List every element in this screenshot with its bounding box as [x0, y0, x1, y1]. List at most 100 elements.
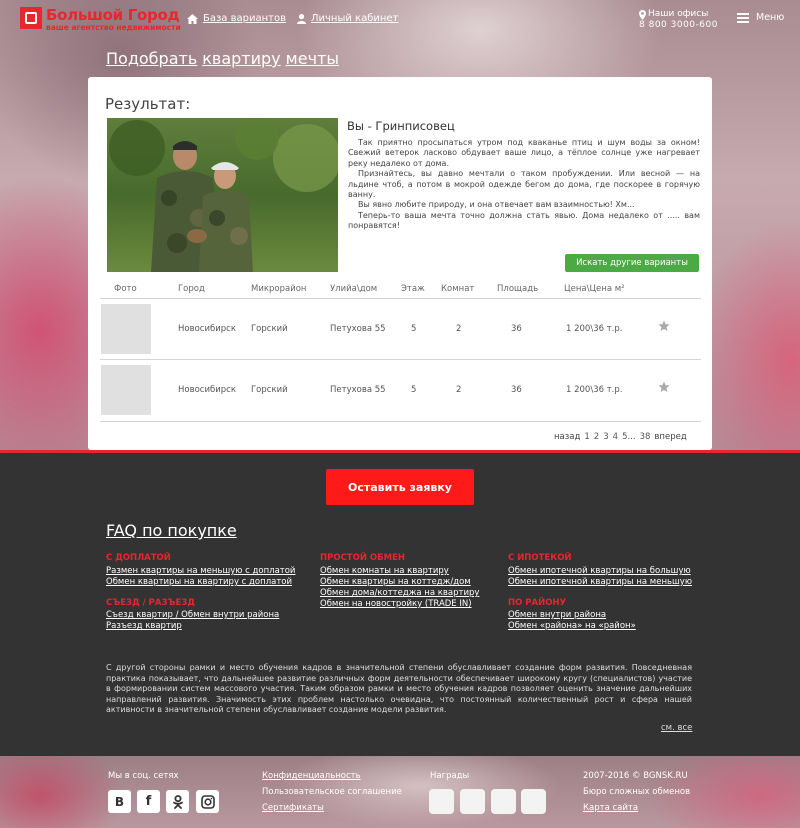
award-badge[interactable]: [429, 789, 454, 814]
pagination-page[interactable]: 2: [594, 432, 599, 442]
logo-tagline: ваше агентство недвижимости: [46, 23, 181, 32]
certificates-link[interactable]: Сертификаты: [262, 803, 324, 813]
result-photo: [107, 118, 338, 272]
see-all-link[interactable]: см. все: [661, 723, 692, 733]
col-header-rooms: Комнат: [441, 284, 475, 294]
logo[interactable]: Большой Город ваше агентство недвижимост…: [20, 7, 181, 32]
nav-cabinet-link[interactable]: Личный кабинет: [297, 13, 398, 24]
pagination: назад 1 2 3 4 5 ... 38 вперед: [554, 432, 691, 442]
sitemap-link[interactable]: Карта сайта: [583, 803, 638, 813]
faq-category-title: С ДОПЛАТОЙ: [106, 553, 171, 563]
vk-icon[interactable]: В: [108, 790, 131, 813]
pagination-page[interactable]: 4: [613, 432, 618, 442]
instagram-icon[interactable]: [196, 790, 219, 813]
faq-link[interactable]: Размен квартиры на меньшую с доплатой: [106, 566, 295, 576]
result-paragraph: Признайтесь, вы давно мечтали о таком пр…: [348, 169, 700, 200]
privacy-link[interactable]: Конфиденциальность: [262, 771, 361, 781]
faq-link[interactable]: Обмен ипотечной квартиры на меньшую: [508, 577, 692, 587]
menu-label: Меню: [756, 12, 785, 23]
faq-link[interactable]: Разъезд квартир: [106, 621, 182, 631]
faq-link[interactable]: Обмен на новостройку (TRADE IN): [320, 599, 472, 609]
faq-link[interactable]: Обмен квартиры на коттедж/дом: [320, 577, 471, 587]
pagination-page[interactable]: 1: [584, 432, 589, 442]
search-other-button[interactable]: Искать другие варианты: [565, 254, 699, 272]
result-card: Результат: Вы - Гринписовец Так приятно …: [88, 77, 712, 450]
cell-address: Петухова 55: [330, 385, 386, 395]
faq-paragraph: С другой стороны рамки и место обучения …: [106, 663, 692, 714]
faq-link[interactable]: Обмен «района» на «район»: [508, 621, 636, 631]
facebook-icon[interactable]: f: [137, 790, 160, 813]
faq-link[interactable]: Обмен дома/коттеджа на квартиру: [320, 588, 479, 598]
offices-label: Наши офисы: [648, 9, 709, 19]
pagination-prev[interactable]: назад: [554, 432, 580, 442]
faq-category-title: С ИПОТЕКОЙ: [508, 553, 572, 563]
listing-thumbnail[interactable]: [101, 365, 151, 415]
pagination-page[interactable]: 3: [603, 432, 608, 442]
cell-rooms: 2: [456, 324, 462, 334]
faq-link[interactable]: Обмен ипотечной квартиры на большую: [508, 566, 691, 576]
cell-price: 1 200\36 т.р.: [566, 385, 623, 395]
page-title-word-3[interactable]: мечты: [286, 49, 339, 68]
faq-link[interactable]: Обмен внутри района: [508, 610, 606, 620]
table-row[interactable]: Новосибирск Горский Петухова 55 5 2 36 1…: [100, 359, 701, 420]
result-title: Вы - Гринписовец: [347, 119, 455, 133]
result-paragraph: Теперь-то ваша мечта точно должна стать …: [348, 210, 700, 231]
odnoklassniki-icon[interactable]: [166, 790, 189, 813]
bureau-label: Бюро сложных обменов: [583, 787, 691, 797]
nav-base-link[interactable]: База вариантов: [187, 13, 286, 24]
cell-price: 1 200\36 т.р.: [566, 324, 623, 334]
faq-link[interactable]: Обмен квартиры на квартиру с доплатой: [106, 577, 292, 587]
table-row[interactable]: Новосибирск Горский Петухова 55 5 2 36 1…: [100, 298, 701, 359]
faq-category-title: СЪЕЗД / РАЗЪЕЗД: [106, 598, 195, 608]
copyright: 2007-2016 © BGNSK.RU: [583, 771, 688, 781]
result-paragraph: Так приятно просыпаться утром под квакан…: [348, 138, 700, 168]
col-header-price: Цена\Цена м²: [564, 284, 625, 294]
phone-number[interactable]: 8 800 3000-600: [639, 20, 718, 31]
submit-request-button[interactable]: Оставить заявку: [326, 469, 474, 505]
page-title-word-1[interactable]: Подобрать: [106, 49, 197, 68]
award-badge[interactable]: [521, 789, 546, 814]
faq-category-title: ПО РАЙОНУ: [508, 598, 567, 608]
cell-district: Горский: [251, 324, 288, 334]
hamburger-icon: [737, 12, 749, 23]
award-badge[interactable]: [491, 789, 516, 814]
nav-cabinet-label: Личный кабинет: [311, 13, 399, 24]
cell-city: Новосибирск: [178, 324, 236, 334]
cell-address: Петухова 55: [330, 324, 386, 334]
col-header-address: Улийа\дом: [330, 284, 378, 294]
result-description: Так приятно просыпаться утром под квакан…: [348, 138, 700, 232]
user-agreement-link[interactable]: Пользовательское соглашение: [262, 787, 402, 797]
page-title-word-2[interactable]: квартиру: [202, 49, 280, 68]
col-header-city: Город: [178, 284, 205, 294]
favorite-star-icon[interactable]: [658, 320, 670, 332]
cell-area: 36: [511, 385, 522, 395]
cell-floor: 5: [411, 324, 417, 334]
user-icon: [297, 13, 306, 24]
result-heading: Результат:: [105, 95, 191, 113]
award-badge[interactable]: [460, 789, 485, 814]
pagination-next[interactable]: вперед: [654, 432, 686, 442]
faq-section: Оставить заявку FAQ по покупке С ДОПЛАТО…: [0, 450, 800, 756]
home-icon: [187, 13, 198, 24]
awards-label: Награды: [430, 771, 470, 781]
logo-mark-icon: [20, 7, 42, 29]
cell-city: Новосибирск: [178, 385, 236, 395]
pagination-page-last[interactable]: 38: [640, 432, 651, 442]
col-header-area: Площадь: [497, 284, 539, 294]
logo-name: Большой Город: [46, 6, 180, 24]
table-divider: [100, 421, 701, 422]
cell-area: 36: [511, 324, 522, 334]
menu-button[interactable]: Меню: [737, 12, 784, 23]
page-title: Подобрать квартиру мечты: [106, 49, 344, 68]
map-pin-icon: [639, 9, 646, 20]
pagination-ellipsis: ...: [627, 432, 636, 442]
cell-district: Горский: [251, 385, 288, 395]
favorite-star-icon[interactable]: [658, 381, 670, 393]
listing-thumbnail[interactable]: [101, 304, 151, 354]
nav-base-label: База вариантов: [203, 13, 286, 24]
faq-link[interactable]: Съезд квартир / Обмен внутри района: [106, 610, 279, 620]
faq-link[interactable]: Обмен комнаты на квартиру: [320, 566, 449, 576]
faq-title[interactable]: FAQ по покупке: [106, 521, 237, 540]
offices-block[interactable]: Наши офисы 8 800 3000-600: [639, 9, 718, 31]
col-header-floor: Этаж: [401, 284, 425, 294]
